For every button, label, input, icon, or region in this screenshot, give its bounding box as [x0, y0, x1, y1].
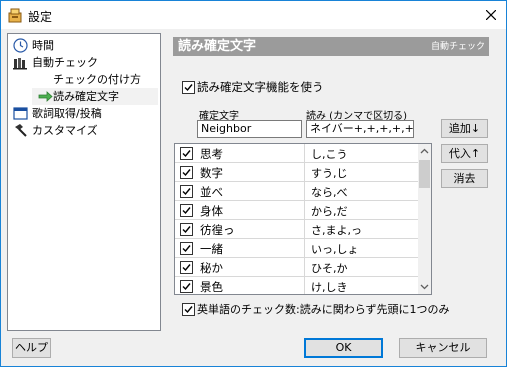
settings-tree[interactable]: 時間 自動チェック チェックの付け方 読み確定文字 歌詞取得/投稿 カスタマイズ	[7, 33, 161, 331]
row-reading: ひそ,か	[311, 262, 348, 275]
row-checkbox[interactable]	[180, 166, 193, 179]
word-input[interactable]: Neighbor	[197, 120, 302, 138]
enable-fixed-reading-checkbox[interactable]	[182, 81, 195, 94]
column-divider	[304, 182, 305, 200]
row-checkbox[interactable]	[180, 147, 193, 160]
checkmark-icon	[182, 169, 191, 177]
column-divider	[304, 239, 305, 257]
checkmark-icon	[182, 150, 191, 158]
list-item[interactable]: 数字 すう,じ	[175, 163, 418, 182]
reading-list[interactable]: 思考 し,こう 数字 すう,じ 並べ なら,べ 身体 から,だ 彷徨っ さ,まよ…	[174, 143, 432, 295]
panel-subtitle: 自動チェック	[430, 42, 485, 52]
row-checkbox[interactable]	[180, 204, 193, 217]
close-icon	[486, 10, 496, 20]
tree-item-label: 読み確定文字	[53, 90, 119, 103]
list-item[interactable]: 景色 け,しき	[175, 277, 418, 294]
window-title: 設定	[28, 10, 53, 24]
delete-button[interactable]: 消去	[441, 169, 488, 188]
tree-item-label: チェックの付け方	[53, 73, 141, 86]
add-button[interactable]: 追加↓	[441, 119, 488, 138]
row-word: 一緒	[200, 242, 223, 256]
chevron-down-icon[interactable]	[420, 282, 429, 291]
replace-button[interactable]: 代入↑	[441, 144, 488, 163]
tree-item-lyrics[interactable]: 歌詞取得/投稿	[8, 105, 158, 122]
list-item[interactable]: 身体 から,だ	[175, 201, 418, 220]
scrollbar-thumb[interactable]	[419, 160, 430, 188]
row-word: 数字	[200, 166, 223, 180]
tree-item-time[interactable]: 時間	[8, 37, 158, 54]
list-item[interactable]: 秘か ひそ,か	[175, 258, 418, 277]
checkmark-icon	[182, 245, 191, 253]
page-title: 読み確定文字	[178, 39, 257, 54]
enable-fixed-reading-label[interactable]: 読み確定文字機能を使う	[197, 79, 324, 95]
green-arrow-icon	[38, 91, 53, 102]
row-reading: さ,まよ,っ	[311, 224, 362, 237]
row-word: 並べ	[200, 185, 223, 199]
row-checkbox[interactable]	[180, 280, 193, 293]
column-divider	[304, 201, 305, 219]
ok-button[interactable]: OK	[304, 338, 383, 358]
row-checkbox[interactable]	[180, 223, 193, 236]
row-word: 秘か	[200, 261, 223, 275]
row-word: 彷徨っ	[200, 223, 235, 237]
english-word-label[interactable]: 英単語のチェック数:読みに関わらず先頭に1つのみ	[197, 301, 449, 317]
checkmark-icon	[184, 84, 193, 92]
column-divider	[304, 220, 305, 238]
column-divider	[304, 163, 305, 181]
row-reading: いっ,しょ	[311, 243, 359, 256]
hammer-icon	[15, 124, 27, 137]
settings-window: 設定 時間 自動チェック チェックの付け方 読み確定文字 歌詞取得/投稿 カスタ…	[0, 0, 507, 367]
tree-item-customize[interactable]: カスタマイズ	[8, 122, 158, 139]
checkmark-icon	[182, 264, 191, 272]
panel-header: 読み確定文字 自動チェック	[173, 37, 489, 56]
row-checkbox[interactable]	[180, 185, 193, 198]
cancel-button[interactable]: キャンセル	[399, 338, 487, 358]
checkmark-icon	[184, 306, 193, 314]
column-divider	[304, 258, 305, 276]
row-reading: し,こう	[311, 148, 348, 161]
close-button[interactable]	[476, 1, 506, 29]
list-item[interactable]: 思考 し,こう	[175, 144, 418, 163]
list-item[interactable]: 一緒 いっ,しょ	[175, 239, 418, 258]
tree-item-fixed-reading[interactable]: 読み確定文字	[32, 88, 158, 105]
reading-input[interactable]: ネイバー+,+,+,+,+	[306, 120, 414, 138]
window-icon	[13, 107, 28, 120]
tree-item-label: カスタマイズ	[32, 124, 98, 137]
row-reading: から,だ	[311, 205, 348, 218]
books-icon	[13, 58, 27, 70]
row-checkbox[interactable]	[180, 261, 193, 274]
column-divider	[304, 277, 305, 294]
tree-item-label: 自動チェック	[32, 56, 98, 69]
checkmark-icon	[182, 226, 191, 234]
list-item[interactable]: 並べ なら,べ	[175, 182, 418, 201]
column-divider	[304, 144, 305, 162]
app-icon	[8, 8, 22, 23]
row-checkbox[interactable]	[180, 242, 193, 255]
row-reading: すう,じ	[311, 167, 348, 180]
clock-icon	[13, 38, 28, 53]
row-reading: なら,べ	[311, 186, 348, 199]
list-scrollbar[interactable]	[418, 144, 431, 294]
tree-item-check-method[interactable]: チェックの付け方	[8, 71, 158, 88]
row-word: 身体	[200, 204, 223, 218]
row-word: 景色	[200, 280, 223, 294]
tree-item-auto-check[interactable]: 自動チェック	[8, 54, 158, 71]
checkmark-icon	[182, 188, 191, 196]
tree-item-label: 時間	[32, 39, 54, 52]
title-bar[interactable]: 設定	[1, 1, 506, 29]
row-reading: け,しき	[311, 281, 348, 294]
tree-item-label: 歌詞取得/投稿	[32, 107, 102, 120]
list-item[interactable]: 彷徨っ さ,まよ,っ	[175, 220, 418, 239]
help-button[interactable]: ヘルプ	[12, 338, 51, 358]
checkmark-icon	[182, 283, 191, 291]
row-word: 思考	[200, 147, 223, 161]
chevron-up-icon[interactable]	[420, 147, 429, 156]
checkmark-icon	[182, 207, 191, 215]
english-word-checkbox[interactable]	[182, 303, 195, 316]
